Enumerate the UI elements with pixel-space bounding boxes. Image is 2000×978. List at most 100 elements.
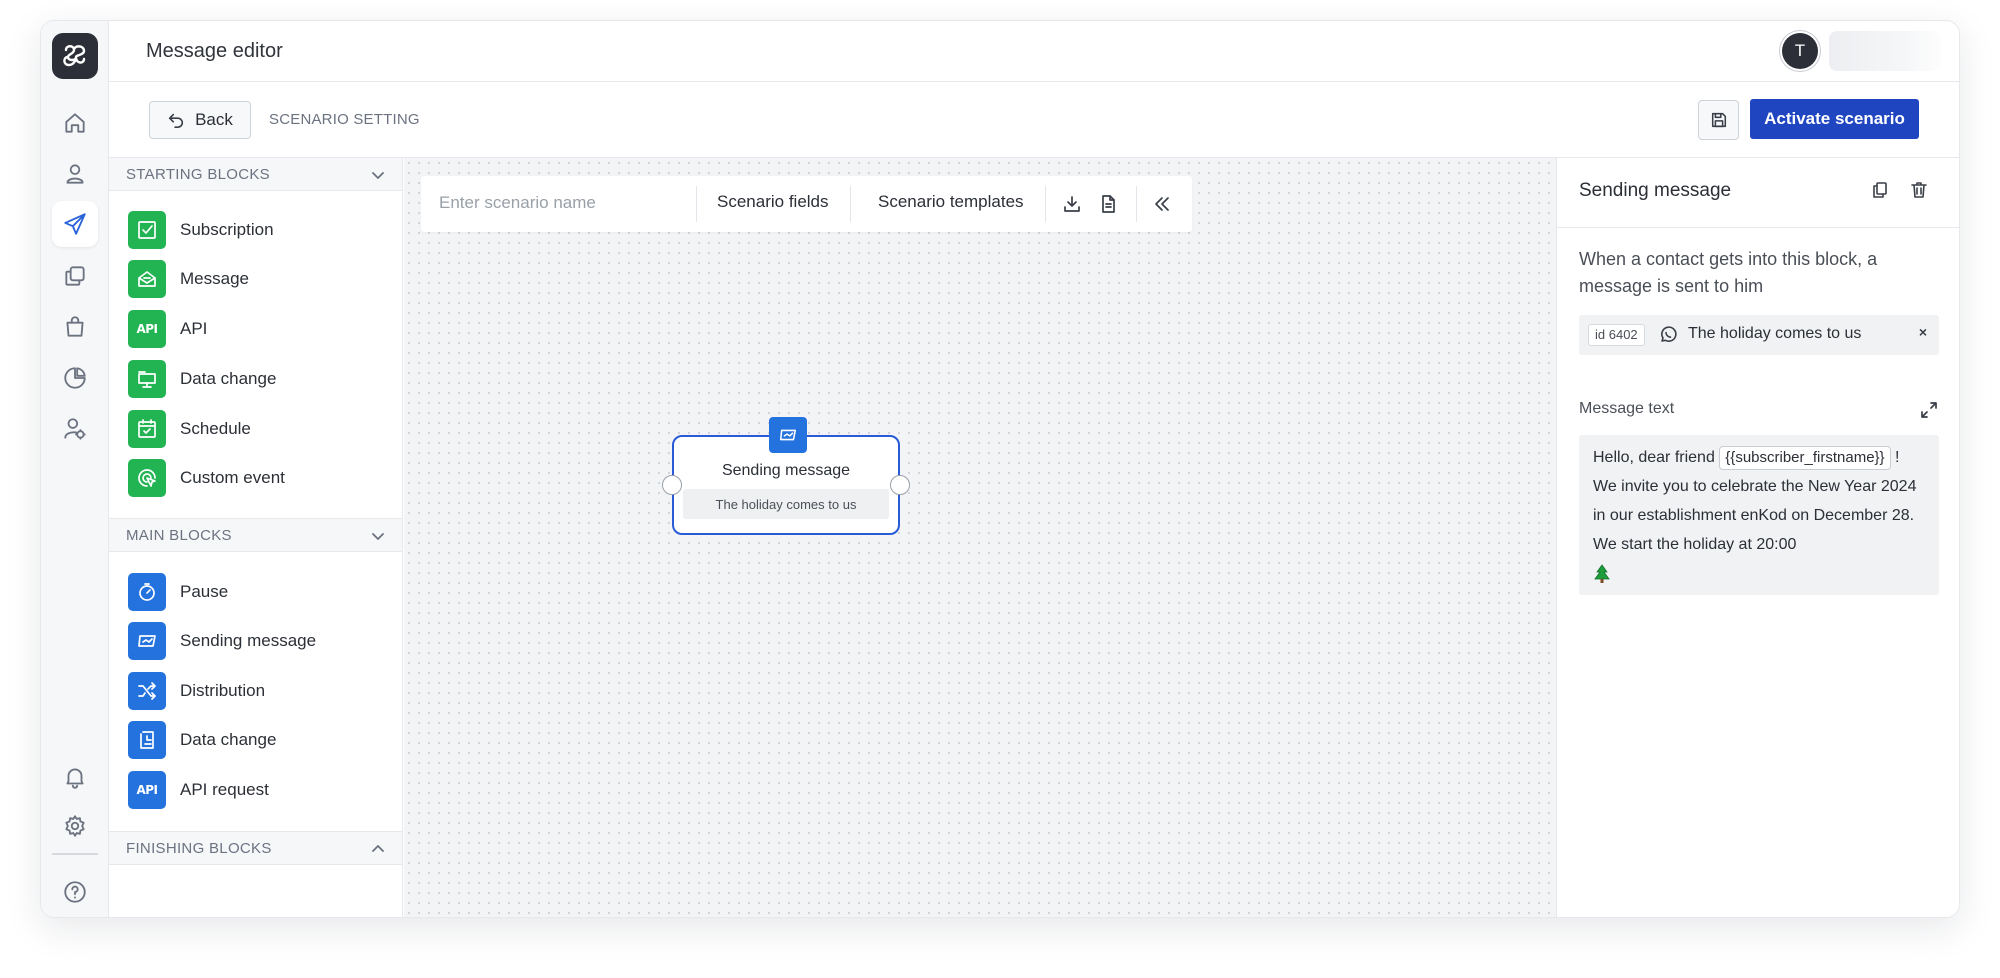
selected-message-chip[interactable]: id 6402 The holiday comes to us × (1579, 315, 1939, 355)
double-chevron-left-icon (1155, 197, 1169, 211)
scenario-fields-button[interactable]: Scenario fields (717, 192, 829, 212)
block-label: Distribution (180, 681, 266, 700)
node-input-port[interactable] (662, 475, 682, 495)
main-blocks-header[interactable]: MAIN BLOCKS (109, 518, 402, 552)
nav-templates[interactable] (52, 253, 98, 299)
block-label: Schedule (180, 419, 251, 438)
collapse-panel-button[interactable] (1152, 194, 1172, 214)
back-button[interactable]: Back (149, 101, 251, 139)
finishing-blocks-header[interactable]: FINISHING BLOCKS (109, 831, 402, 865)
nav-help[interactable] (52, 869, 98, 915)
nav-settings[interactable] (52, 803, 98, 849)
scenario-subbar: Back SCENARIO SETTING Activate scenario (109, 82, 1959, 158)
distribution-icon (128, 672, 166, 710)
nav-contacts[interactable] (52, 151, 98, 197)
block-label: API request (180, 780, 269, 799)
nav-analytics[interactable] (52, 355, 98, 401)
rail-divider (52, 853, 98, 855)
document-icon (1102, 195, 1115, 213)
block-message[interactable]: Message (128, 260, 249, 298)
document-button[interactable] (1098, 194, 1118, 214)
pause-icon (128, 573, 166, 611)
block-distribution[interactable]: Distribution (128, 672, 265, 710)
block-data-change-main[interactable]: Data change (128, 721, 276, 759)
block-data-change-start[interactable]: Data change (128, 360, 276, 398)
trash-icon (1911, 182, 1927, 198)
left-nav-rail (41, 21, 109, 917)
api-icon: API (128, 310, 166, 348)
block-label: Data change (180, 730, 277, 749)
block-api[interactable]: API API (128, 310, 207, 348)
message-title: The holiday comes to us (1688, 325, 1862, 342)
chevron-down-icon (372, 533, 384, 540)
analytics-icon (64, 367, 86, 389)
starting-blocks-header[interactable]: STARTING BLOCKS (109, 157, 402, 191)
message-id-badge: id 6402 (1588, 324, 1645, 346)
main-blocks-label: MAIN BLOCKS (126, 527, 232, 544)
delete-block-button[interactable] (1909, 180, 1929, 200)
block-label: Message (180, 269, 249, 288)
save-button[interactable] (1698, 100, 1739, 140)
nav-campaigns[interactable] (52, 201, 98, 247)
data-change-icon (128, 360, 166, 398)
copy-icon (1873, 182, 1887, 198)
activate-scenario-button[interactable]: Activate scenario (1750, 99, 1919, 139)
scenario-templates-button[interactable]: Scenario templates (878, 192, 1024, 212)
block-label: Subscription (180, 220, 274, 239)
block-sending-message[interactable]: Sending message (128, 622, 316, 660)
block-properties-panel: Sending message When a contact gets into… (1556, 158, 1959, 917)
whatsapp-icon (1659, 326, 1677, 344)
properties-title: Sending message (1579, 180, 1732, 201)
expand-message-button[interactable] (1920, 401, 1938, 419)
save-icon (1711, 112, 1726, 128)
back-arrow-icon (168, 113, 184, 129)
block-schedule[interactable]: Schedule (128, 410, 251, 448)
node-output-port[interactable] (890, 475, 910, 495)
app-window: Message editor T Back SCENARIO SETTING A… (40, 20, 1960, 918)
sending-message-node[interactable]: Sending message The holiday comes to us (662, 417, 910, 535)
block-pause[interactable]: Pause (128, 573, 228, 611)
nav-shop[interactable] (52, 304, 98, 350)
shop-icon (66, 316, 84, 337)
download-button[interactable] (1062, 194, 1082, 214)
block-description: When a contact gets into this block, a m… (1579, 249, 1878, 296)
toolbar-divider (1045, 186, 1046, 222)
block-subscription[interactable]: Subscription (128, 211, 274, 249)
user-settings-icon (64, 418, 86, 440)
nav-user-settings[interactable] (52, 406, 98, 452)
api-request-icon: API (128, 771, 166, 809)
block-label: API (180, 319, 208, 338)
copy-block-button[interactable] (1870, 180, 1890, 200)
schedule-icon (128, 410, 166, 448)
node-title: Sending message (721, 462, 851, 479)
gear-icon (65, 815, 85, 837)
scenario-canvas[interactable]: Enter scenario name Scenario fields Scen… (404, 158, 1556, 917)
block-label: Custom event (180, 468, 285, 487)
message-text-label: Message text (1579, 400, 1675, 417)
block-label: Sending message (180, 631, 317, 650)
custom-event-icon (128, 459, 166, 497)
app-logo[interactable] (52, 33, 98, 79)
user-name-redacted[interactable] (1829, 31, 1941, 71)
starting-blocks-label: STARTING BLOCKS (126, 166, 270, 183)
chevron-up-icon (372, 845, 384, 852)
blocks-panel: STARTING BLOCKS Subscription Message API… (109, 157, 403, 917)
templates-icon (65, 266, 85, 286)
block-custom-event[interactable]: Custom event (128, 459, 285, 497)
subscription-icon (128, 211, 166, 249)
block-label: Data change (180, 369, 277, 388)
message-text-preview: Hello, dear friend {{subscriber_firstnam… (1579, 435, 1939, 595)
nav-home[interactable] (52, 100, 98, 146)
avatar[interactable]: T (1782, 33, 1818, 69)
block-api-request[interactable]: API API request (128, 771, 269, 809)
scenario-name-input[interactable]: Enter scenario name (439, 193, 679, 213)
properties-header: Sending message (1557, 158, 1959, 228)
home-icon (65, 113, 85, 133)
bell-icon (66, 768, 84, 789)
message-icon (128, 260, 166, 298)
remove-message-button[interactable]: × (1919, 324, 1927, 340)
toolbar-divider (1136, 186, 1137, 222)
nav-notifications[interactable] (52, 754, 98, 800)
expand-icon (1921, 402, 1937, 418)
christmas-tree-icon (1594, 564, 1610, 583)
